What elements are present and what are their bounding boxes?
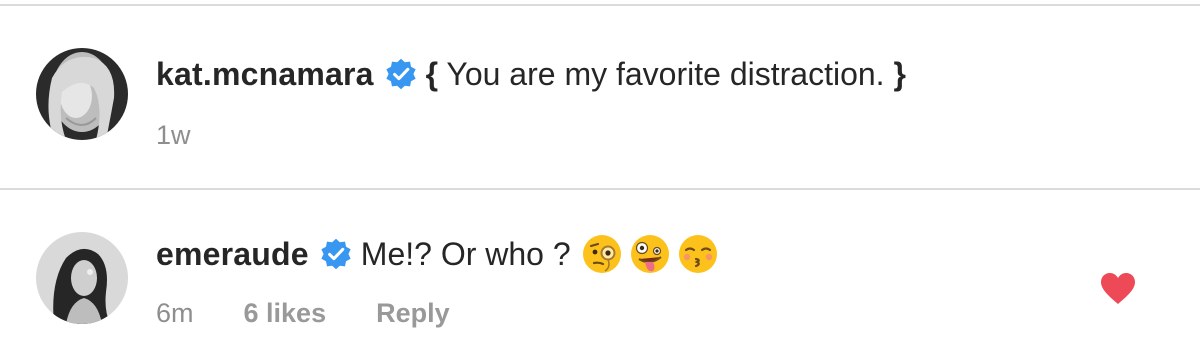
like-heart-icon[interactable]: [1100, 272, 1136, 306]
avatar[interactable]: [36, 48, 128, 140]
username[interactable]: kat.mcnamara: [156, 56, 374, 93]
comment-meta: 6m 6 likes Reply: [156, 296, 450, 330]
brace-close: }: [893, 55, 906, 92]
verified-badge-icon: [319, 237, 353, 271]
comment-meta: 1w: [156, 118, 241, 152]
comment-body: You are my favorite distraction.: [438, 55, 894, 92]
caption-line: kat.mcnamara { You are my favorite distr…: [156, 52, 906, 96]
username[interactable]: emeraude: [156, 236, 309, 273]
reply-comment: emeraude Me!? Or who ? 6m 6 likes Reply: [0, 190, 1200, 348]
timestamp[interactable]: 1w: [156, 120, 191, 151]
reply-line: emeraude Me!? Or who ?: [156, 232, 725, 276]
comment-text: Me!? Or who ?: [360, 235, 571, 272]
zany-face-icon: [629, 233, 671, 275]
caption-comment: kat.mcnamara { You are my favorite distr…: [0, 6, 1200, 188]
avatar[interactable]: [36, 232, 128, 324]
brace-open: {: [425, 55, 439, 92]
verified-badge-icon: [384, 57, 418, 91]
comment-text: { You are my favorite distraction. }: [426, 56, 906, 93]
reply-button[interactable]: Reply: [376, 298, 450, 329]
kissing-face-with-closed-eyes-icon: [677, 233, 719, 275]
timestamp[interactable]: 6m: [156, 298, 194, 329]
emoji-group: [581, 233, 725, 275]
likes-count[interactable]: 6 likes: [244, 298, 327, 329]
face-with-monocle-icon: [581, 233, 623, 275]
